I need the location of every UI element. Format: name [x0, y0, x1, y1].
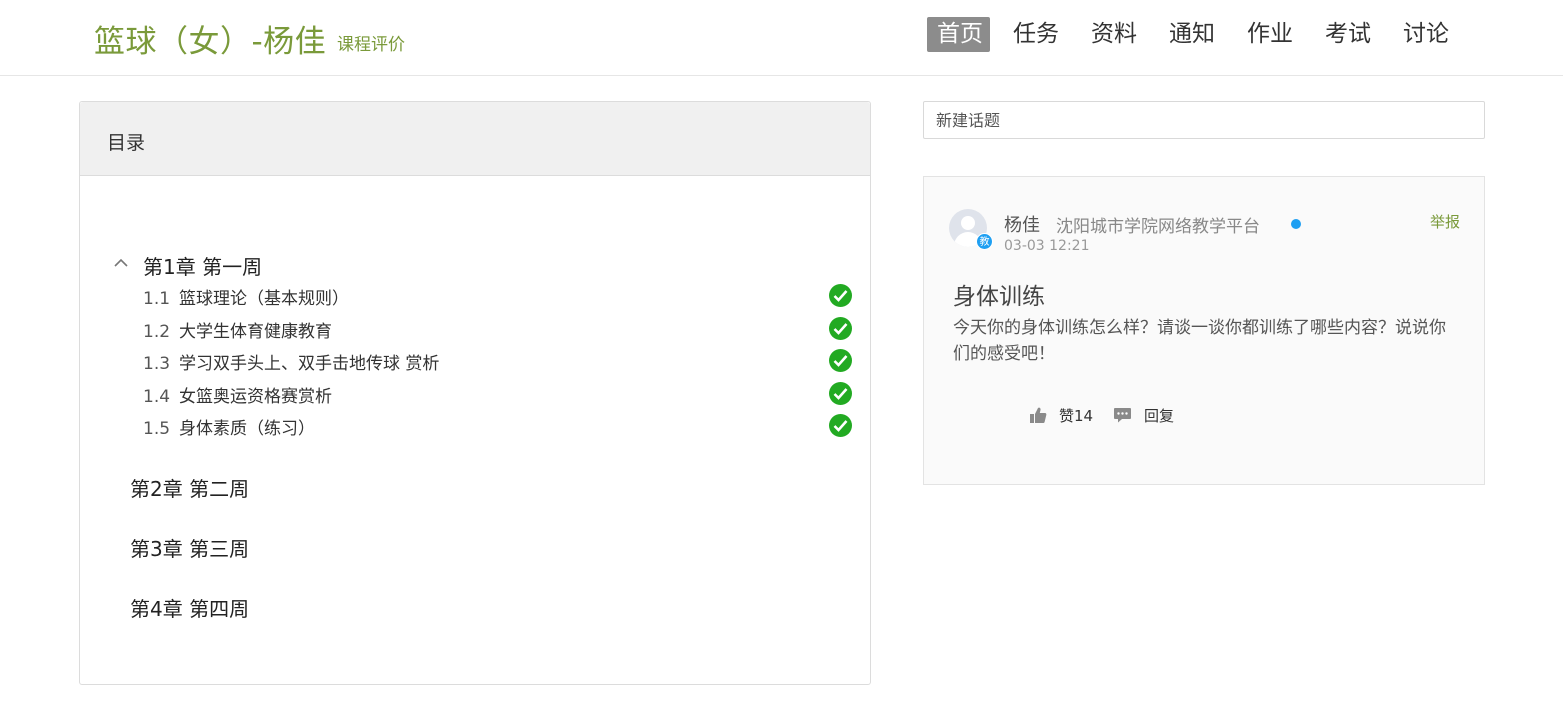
- section-number: 1.5: [143, 419, 171, 439]
- post-time: 03-03 12:21: [1004, 238, 1090, 254]
- course-title: 篮球（女）-杨佳: [94, 24, 327, 60]
- chapter-label: 第1章 第一周: [143, 255, 263, 279]
- reply-label: 回复: [1144, 406, 1175, 425]
- author-school: 沈阳城市学院网络教学平台: [1056, 217, 1260, 237]
- teacher-badge: 教: [976, 233, 993, 250]
- topic-body: 今天你的身体训练怎么样？请谈一谈你都训练了哪些内容？说说你们的感受吧！: [953, 318, 1446, 364]
- catalog-header: 目录: [80, 102, 870, 176]
- chapter-2[interactable]: 第2章 第二周: [130, 473, 249, 502]
- chapter-1[interactable]: 第1章 第一周: [114, 251, 263, 280]
- section-number: 1.2: [143, 322, 171, 342]
- section-number: 1.4: [143, 387, 171, 407]
- completed-check-icon: [829, 382, 852, 405]
- section-title: 女篮奥运资格赛赏析: [179, 387, 332, 407]
- like-count: 赞14: [1059, 406, 1094, 425]
- top-header: 篮球（女）-杨佳 课程评价 首页 任务 资料 通知 作业 考试 讨论: [0, 0, 1563, 76]
- nav-materials[interactable]: 资料: [1081, 17, 1146, 52]
- chapter-label: 第3章 第三周: [130, 537, 250, 561]
- like-button[interactable]: 赞14: [1029, 403, 1093, 427]
- topic-card: 教 杨佳 沈阳城市学院网络教学平台 举报 03-03 12:21 身体训练 今天…: [923, 176, 1485, 485]
- section-number: 1.1: [143, 289, 171, 309]
- completed-check-icon: [829, 317, 852, 340]
- catalog-title: 目录: [107, 132, 146, 154]
- course-evaluation-link[interactable]: 课程评价: [337, 30, 405, 55]
- comment-icon: [1114, 408, 1131, 423]
- topic-title[interactable]: 身体训练: [953, 277, 1045, 311]
- main-nav: 首页 任务 资料 通知 作业 考试 讨论: [927, 17, 1471, 52]
- author-name[interactable]: 杨佳: [1004, 211, 1040, 237]
- chapter-4[interactable]: 第4章 第四周: [130, 593, 249, 622]
- chapter-label: 第2章 第二周: [130, 477, 250, 501]
- completed-check-icon: [829, 284, 852, 307]
- section-title: 篮球理论（基本规则）: [179, 289, 349, 309]
- section-title: 学习双手头上、双手击地传球 赏析: [179, 354, 440, 374]
- catalog-panel: 目录 第1章 第一周 1.1 篮球理论（基本规则） 1.2 大学生体育健康教育 1.…: [79, 101, 871, 685]
- report-link[interactable]: 举报: [1430, 211, 1460, 232]
- reply-button[interactable]: 回复: [1113, 403, 1174, 427]
- chevron-up-icon[interactable]: [113, 255, 129, 271]
- section-item[interactable]: 1.3 学习双手头上、双手击地传球 赏析: [143, 349, 439, 374]
- chapter-label: 第4章 第四周: [130, 597, 250, 621]
- online-status-dot: [1291, 219, 1301, 229]
- section-title: 身体素质（练习）: [179, 419, 315, 439]
- thumbs-up-icon: [1030, 407, 1047, 423]
- completed-check-icon: [829, 349, 852, 372]
- section-item[interactable]: 1.4 女篮奥运资格赛赏析: [143, 382, 332, 407]
- nav-discussion[interactable]: 讨论: [1393, 17, 1458, 52]
- nav-tasks[interactable]: 任务: [1003, 17, 1068, 52]
- section-number: 1.3: [143, 354, 171, 374]
- section-item[interactable]: 1.5 身体素质（练习）: [143, 414, 315, 439]
- section-title: 大学生体育健康教育: [179, 322, 332, 342]
- new-topic-input[interactable]: [923, 101, 1485, 139]
- section-item[interactable]: 1.2 大学生体育健康教育: [143, 317, 332, 342]
- nav-exams[interactable]: 考试: [1315, 17, 1380, 52]
- completed-check-icon: [829, 414, 852, 437]
- nav-home[interactable]: 首页: [927, 17, 990, 52]
- nav-notices[interactable]: 通知: [1159, 17, 1224, 52]
- chapter-3[interactable]: 第3章 第三周: [130, 533, 249, 562]
- section-item[interactable]: 1.1 篮球理论（基本规则）: [143, 284, 349, 309]
- nav-homework[interactable]: 作业: [1237, 17, 1302, 52]
